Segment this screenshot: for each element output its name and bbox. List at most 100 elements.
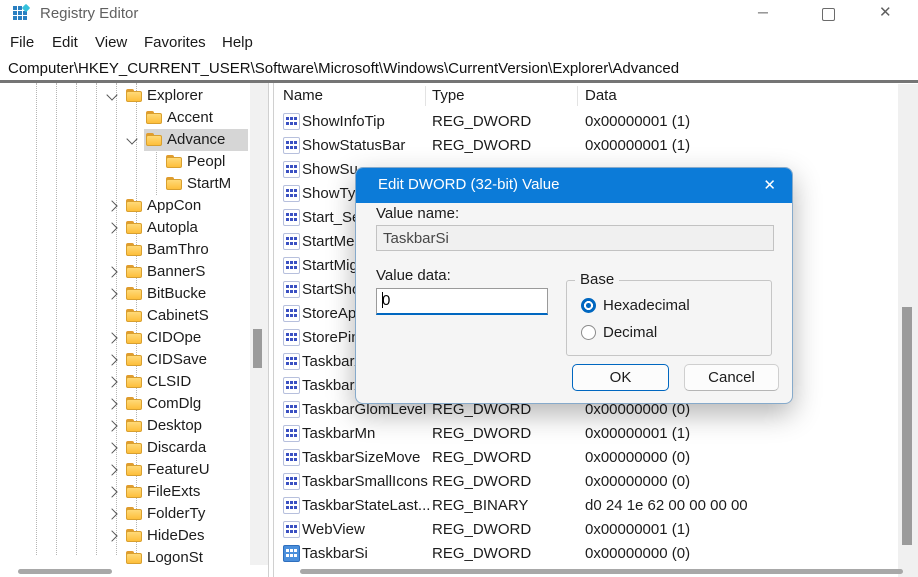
tree-item-peopl[interactable]: Peopl (0, 151, 250, 173)
value-name-field[interactable]: TaskbarSi (376, 225, 774, 251)
chevron-down-icon[interactable] (126, 133, 137, 144)
tree-horizontal-scrollbar-thumb[interactable] (18, 569, 112, 574)
tree-item-label: CIDOpe (147, 329, 201, 346)
value-name: StoreAp (302, 305, 356, 322)
chevron-right-icon[interactable] (106, 486, 117, 497)
chevron-down-icon[interactable] (106, 89, 117, 100)
folder-icon (126, 265, 142, 278)
tree-item-clsid[interactable]: CLSID (0, 371, 250, 393)
chevron-right-icon[interactable] (106, 508, 117, 519)
column-separator[interactable] (425, 86, 426, 106)
reg-value-icon (283, 161, 300, 178)
tree-item-discarda[interactable]: Discarda (0, 437, 250, 459)
maximize-icon[interactable] (822, 8, 835, 21)
tree-item-logonst[interactable]: LogonSt (0, 547, 250, 565)
reg-value-icon (283, 137, 300, 154)
tree-item-label: Desktop (147, 417, 202, 434)
minimize-icon[interactable]: ─ (758, 5, 768, 20)
tree-item-banners[interactable]: BannerS (0, 261, 250, 283)
value-row-showstatusbar[interactable]: ShowStatusBarREG_DWORD0x00000001 (1) (274, 134, 898, 158)
tree-item-autopla[interactable]: Autopla (0, 217, 250, 239)
menu-edit[interactable]: Edit (52, 34, 78, 51)
column-header-type[interactable]: Type (432, 87, 465, 104)
menu-help[interactable]: Help (222, 34, 253, 51)
chevron-right-icon[interactable] (106, 442, 117, 453)
tree-item-accent[interactable]: Accent (0, 107, 250, 129)
value-type: REG_BINARY (432, 497, 528, 514)
chevron-right-icon[interactable] (106, 376, 117, 387)
chevron-right-icon[interactable] (106, 332, 117, 343)
value-data-label: Value data: (376, 267, 451, 284)
ok-button[interactable]: OK (572, 364, 669, 391)
tree-vertical-scrollbar-thumb[interactable] (253, 329, 262, 368)
reg-value-icon (283, 113, 300, 130)
tree-vertical-scrollbar[interactable] (250, 83, 268, 565)
value-row-taskbarsmallicons[interactable]: TaskbarSmallIconsREG_DWORD0x00000000 (0) (274, 470, 898, 494)
registry-editor-window: Registry Editor ─ ✕ FileEditViewFavorite… (0, 0, 918, 577)
chevron-right-icon[interactable] (106, 222, 117, 233)
tree-item-featureu[interactable]: FeatureU (0, 459, 250, 481)
tree-item-startm[interactable]: StartM (0, 173, 250, 195)
tree-item-cidsave[interactable]: CIDSave (0, 349, 250, 371)
tree-item-advance[interactable]: Advance (0, 129, 250, 151)
tree-item-folderty[interactable]: FolderTy (0, 503, 250, 525)
value-row-taskbarsi[interactable]: TaskbarSiREG_DWORD0x00000000 (0) (274, 542, 898, 566)
menu-file[interactable]: File (10, 34, 34, 51)
close-icon[interactable]: ✕ (879, 5, 892, 20)
folder-icon (126, 331, 142, 344)
tree-item-label: Peopl (187, 153, 225, 170)
tree-item-fileexts[interactable]: FileExts (0, 481, 250, 503)
list-vertical-scrollbar-thumb[interactable] (902, 307, 912, 545)
tree-item-label: Advance (167, 131, 225, 148)
tree-item-appcon[interactable]: AppCon (0, 195, 250, 217)
value-name: TaskbarSizeMove (302, 449, 420, 466)
chevron-right-icon[interactable] (106, 420, 117, 431)
value-data-field[interactable]: 0 (376, 288, 548, 315)
tree-item-label: StartM (187, 175, 231, 192)
folder-icon (126, 463, 142, 476)
cancel-button[interactable]: Cancel (684, 364, 779, 391)
base-groupbox: Base Hexadecimal Decimal (566, 280, 772, 356)
chevron-right-icon[interactable] (106, 398, 117, 409)
value-data: 0x00000001 (1) (585, 425, 690, 442)
tree-item-cidope[interactable]: CIDOpe (0, 327, 250, 349)
tree-item-desktop[interactable]: Desktop (0, 415, 250, 437)
list-horizontal-scrollbar-thumb[interactable] (300, 569, 903, 574)
value-row-webview[interactable]: WebViewREG_DWORD0x00000001 (1) (274, 518, 898, 542)
value-row-taskbarmn[interactable]: TaskbarMnREG_DWORD0x00000001 (1) (274, 422, 898, 446)
list-vertical-scrollbar[interactable] (898, 84, 918, 577)
value-name: StartMe (302, 233, 355, 250)
chevron-right-icon[interactable] (106, 200, 117, 211)
dialog-titlebar: Edit DWORD (32-bit) Value ✕ (356, 168, 792, 203)
tree-item-comdlg[interactable]: ComDlg (0, 393, 250, 415)
address-bar[interactable]: Computer\HKEY_CURRENT_USER\Software\Micr… (0, 56, 918, 83)
value-row-taskbarstatelast-[interactable]: TaskbarStateLast...REG_BINARYd0 24 1e 62… (274, 494, 898, 518)
menu-favorites[interactable]: Favorites (144, 34, 206, 51)
value-row-showinfotip[interactable]: ShowInfoTipREG_DWORD0x00000001 (1) (274, 110, 898, 134)
column-separator[interactable] (577, 86, 578, 106)
tree-item-label: FeatureU (147, 461, 210, 478)
column-header-name[interactable]: Name (283, 87, 323, 104)
tree-item-cabinets[interactable]: CabinetS (0, 305, 250, 327)
column-header-data[interactable]: Data (585, 87, 617, 104)
dialog-close-icon[interactable]: ✕ (763, 176, 776, 194)
chevron-right-icon[interactable] (106, 288, 117, 299)
chevron-right-icon[interactable] (106, 464, 117, 475)
radio-hexadecimal-button[interactable] (581, 298, 596, 313)
tree-item-bitbucke[interactable]: BitBucke (0, 283, 250, 305)
folder-icon (126, 243, 142, 256)
chevron-right-icon[interactable] (106, 354, 117, 365)
radio-decimal-button[interactable] (581, 325, 596, 340)
radio-hexadecimal-label: Hexadecimal (603, 297, 690, 314)
tree-item-hidedes[interactable]: HideDes (0, 525, 250, 547)
chevron-right-icon[interactable] (106, 266, 117, 277)
menu-view[interactable]: View (95, 34, 127, 51)
value-row-taskbarsizemove[interactable]: TaskbarSizeMoveREG_DWORD0x00000000 (0) (274, 446, 898, 470)
reg-value-icon (283, 401, 300, 418)
tree-item-explorer[interactable]: Explorer (0, 85, 250, 107)
text-caret (382, 292, 383, 308)
folder-icon (126, 507, 142, 520)
tree-item-bamthro[interactable]: BamThro (0, 239, 250, 261)
chevron-right-icon[interactable] (106, 530, 117, 541)
address-path: Computer\HKEY_CURRENT_USER\Software\Micr… (8, 60, 679, 77)
